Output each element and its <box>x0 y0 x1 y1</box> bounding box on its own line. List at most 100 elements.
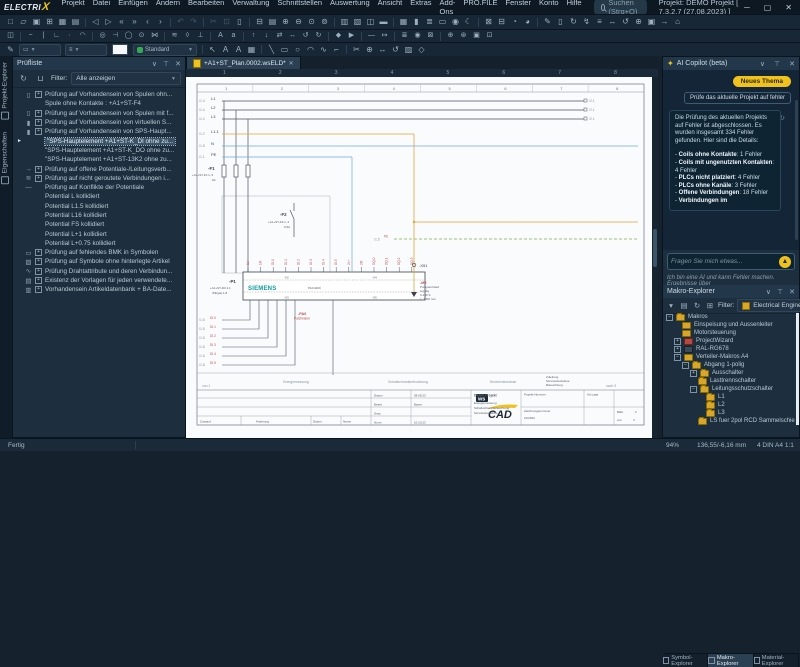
zoom-fit-icon[interactable]: ⊚ <box>318 16 331 28</box>
tab-makro-explorer[interactable]: Makro-Explorer <box>708 654 753 667</box>
align-icon[interactable]: ≡ <box>593 16 606 28</box>
wire-vertical-icon[interactable]: | <box>37 30 50 42</box>
home-icon[interactable]: ⌂ <box>671 16 684 28</box>
report-icon[interactable]: ≣ <box>423 16 436 28</box>
makro-tree-item[interactable]: −Leitungsschutzschalter <box>663 385 795 393</box>
rect-tool-icon[interactable]: ▭ <box>278 44 291 56</box>
close-panel-icon[interactable]: ✕ <box>789 60 795 68</box>
move-icon[interactable]: ↔ <box>606 16 619 28</box>
ai-scrollbar[interactable] <box>795 100 798 240</box>
text-icon[interactable]: A <box>214 30 227 42</box>
pen-icon[interactable]: ✎ <box>4 44 17 56</box>
night-mode-icon[interactable]: ☾ <box>462 16 475 28</box>
chevron-down-icon[interactable]: ∨ <box>152 60 157 68</box>
makro-tree-item[interactable]: +ProjectWizard <box>663 337 795 345</box>
makro-filter-dropdown[interactable]: Electrical Engineering ... <box>737 299 800 312</box>
makro-tree-item[interactable]: +RAL-RG678 <box>663 345 795 353</box>
filter-dropdown[interactable]: Alle anzeigen▼ <box>71 72 181 85</box>
ai-send-button[interactable]: ▲ <box>779 256 791 268</box>
text-attribute-icon[interactable]: A <box>232 44 245 56</box>
block-icon[interactable]: ▣ <box>470 30 483 42</box>
new-file-icon[interactable]: □ <box>4 16 17 28</box>
contact-icon[interactable]: ⊣ <box>109 30 122 42</box>
makro-tree-item[interactable]: Lasttrennschalter <box>663 377 795 385</box>
check-item[interactable]: ▯+Prüfung auf Vorhandensein von Spulen m… <box>13 109 185 118</box>
expand-icon[interactable]: − <box>682 362 689 369</box>
tab-symbol-explorer[interactable]: Symbol-Explorer <box>663 654 708 667</box>
draw-icon[interactable]: ✎ <box>541 16 554 28</box>
zoom-out-icon[interactable]: ⊖ <box>292 16 305 28</box>
close-panel-icon[interactable]: ✕ <box>789 288 795 296</box>
form-icon[interactable]: ▭ <box>436 16 449 28</box>
eye-icon[interactable]: ◉ <box>449 16 462 28</box>
doc-check-icon[interactable]: ▣ <box>645 16 658 28</box>
tab-material-explorer[interactable]: Material-Explorer <box>754 654 799 667</box>
page-prev-icon[interactable]: ‹ <box>141 16 154 28</box>
expand-icon[interactable]: + <box>674 338 681 345</box>
layer-dropdown[interactable]: ≡▼ <box>65 44 107 56</box>
check-item[interactable]: Potential L kollidiert <box>13 192 185 201</box>
arrow-down-icon[interactable]: ↓ <box>260 30 273 42</box>
expand-icon[interactable]: + <box>690 370 697 377</box>
page-last-icon[interactable]: » <box>128 16 141 28</box>
swap-icon[interactable]: ⇄ <box>273 30 286 42</box>
open-file-icon[interactable]: ▱ <box>17 16 30 28</box>
trim-tool-icon[interactable]: ✂ <box>350 44 363 56</box>
expand-icon[interactable]: + <box>35 166 42 173</box>
check-item[interactable]: Potential L+1 kollidiert <box>13 229 185 238</box>
zoom-window-icon[interactable]: ⊙ <box>305 16 318 28</box>
shield-icon[interactable]: ◊ <box>181 30 194 42</box>
select-pointer-icon[interactable]: ↖ <box>206 44 219 56</box>
expand-icon[interactable]: + <box>35 91 42 98</box>
user-search-icon[interactable]: ◕ <box>521 16 534 28</box>
measure-icon[interactable]: ↦ <box>378 30 391 42</box>
ruler-icon[interactable]: — <box>365 30 378 42</box>
dimension-tool-icon[interactable]: ◇ <box>415 44 428 56</box>
makro-scrollbar[interactable] <box>796 313 799 425</box>
spline-tool-icon[interactable]: ∿ <box>317 44 330 56</box>
document-tab-close-icon[interactable]: ✕ <box>289 60 294 67</box>
pin-icon[interactable]: ⊤ <box>774 60 780 68</box>
copy-icon[interactable]: ⊡ <box>220 16 233 28</box>
export-alt-icon[interactable]: ⊟ <box>495 16 508 28</box>
bookmark-icon[interactable]: ▬ <box>377 16 390 28</box>
pointer-flag-icon[interactable]: ▶ <box>345 30 358 42</box>
grid-icon[interactable]: ▦ <box>245 44 258 56</box>
makro-tree-item[interactable]: L1 <box>663 393 795 401</box>
stretch-tool-icon[interactable]: ↔ <box>376 44 389 56</box>
check-item[interactable]: ▭+Prüfung auf fehlendes BMK in Symbolen <box>13 248 185 257</box>
expand-icon[interactable]: − <box>674 354 681 361</box>
expand-icon[interactable]: + <box>35 249 42 256</box>
macro-place-icon[interactable]: ⊛ <box>457 30 470 42</box>
export-icon[interactable]: ⊠ <box>482 16 495 28</box>
close-panel-icon[interactable]: ✕ <box>175 60 181 68</box>
expand-icon[interactable]: + <box>674 346 681 353</box>
check-item[interactable]: ▮+Prüfung auf Vorhandensein von virtuell… <box>13 118 185 127</box>
check-item[interactable]: Potential FS kollidiert <box>13 220 185 229</box>
cut-icon[interactable]: ✂ <box>207 16 220 28</box>
terminal-icon[interactable]: ⊙ <box>135 30 148 42</box>
refresh-icon[interactable]: ↻ <box>17 73 30 85</box>
check-item[interactable]: →+Prüfung auf offene Potentiale-/Leitung… <box>13 164 185 173</box>
check-item[interactable]: ▤+Existenz der Vorlagen für jeden verwen… <box>13 276 185 285</box>
makro-tree-item[interactable]: −Verteiler-Makros A4 <box>663 353 795 361</box>
makro-tree-item[interactable]: L3 <box>663 409 795 417</box>
lock-icon[interactable]: ⊠ <box>424 30 437 42</box>
pin-icon[interactable]: ⊤ <box>777 288 783 296</box>
macro-create-icon[interactable]: ⊕ <box>444 30 457 42</box>
copy-icon[interactable]: ⊞ <box>705 300 715 312</box>
arc-tool-icon[interactable]: ◠ <box>304 44 317 56</box>
wire-bridge-icon[interactable]: ◠ <box>76 30 89 42</box>
minimize-button[interactable]: ─ <box>744 3 750 12</box>
new-topic-button[interactable]: Neues Thema <box>733 76 791 87</box>
check-item[interactable]: —Prüfung auf Konflikte der Potentiale <box>13 183 185 192</box>
chevron-down-icon[interactable]: ∨ <box>766 288 771 296</box>
group-icon[interactable]: ⊡ <box>483 30 496 42</box>
save-icon[interactable]: ▣ <box>30 16 43 28</box>
makro-tree-item[interactable]: L2 <box>663 401 795 409</box>
expand-icon[interactable]: − <box>666 314 673 321</box>
text-tool-icon[interactable]: A <box>219 44 232 56</box>
makro-tree-item[interactable]: +Ausschalter <box>663 369 795 377</box>
rotate-left-icon[interactable]: ↺ <box>299 30 312 42</box>
pdf-export-icon[interactable]: ▥ <box>338 16 351 28</box>
